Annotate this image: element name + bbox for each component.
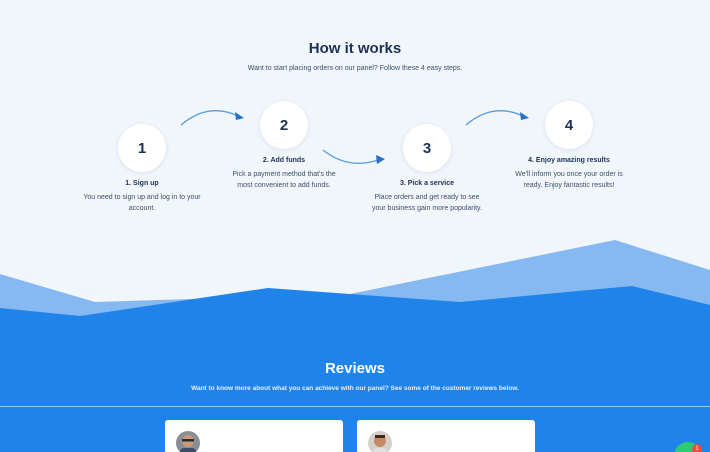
how-it-works-title: How it works (308, 40, 402, 57)
step-number-circle: 4 (545, 101, 593, 149)
curved-arrow-icon (180, 110, 244, 126)
step-number-circle: 3 (403, 124, 451, 172)
step-number-circle: 2 (260, 101, 308, 149)
review-card (357, 420, 535, 452)
avatar (176, 431, 200, 452)
divider (0, 406, 710, 407)
step-description: Pick a payment method that's the most co… (232, 171, 336, 189)
reviews-section: Reviews Want to know more about what you… (0, 340, 710, 452)
step-description: You need to sign up and log in to your a… (83, 194, 201, 212)
step-title: 3. Pick a service (399, 180, 455, 187)
curved-arrow-icon (322, 149, 385, 164)
how-it-works-subtitle: Want to start placing orders on our pane… (247, 65, 463, 72)
step-title: 4. Enjoy amazing results (528, 157, 610, 164)
step-description: Place orders and get ready to see your b… (372, 194, 482, 212)
reviews-title: Reviews (324, 360, 386, 377)
review-card (165, 420, 343, 452)
step-description: We'll inform you once your order is read… (515, 171, 623, 189)
wave-background (0, 240, 710, 342)
curved-arrow-icon (465, 110, 529, 126)
step-number-circle: 1 (118, 124, 166, 172)
step-pick-service: 3 3. Pick a service Place orders and get… (357, 124, 497, 214)
reviews-subtitle: Want to know more about what you can ach… (191, 385, 519, 392)
chat-notification-badge: 1 (692, 444, 702, 452)
avatar (368, 431, 392, 452)
step-sign-up: 1 1. Sign up You need to sign up and log… (72, 124, 212, 214)
step-title: 1. Sign up (125, 180, 159, 187)
